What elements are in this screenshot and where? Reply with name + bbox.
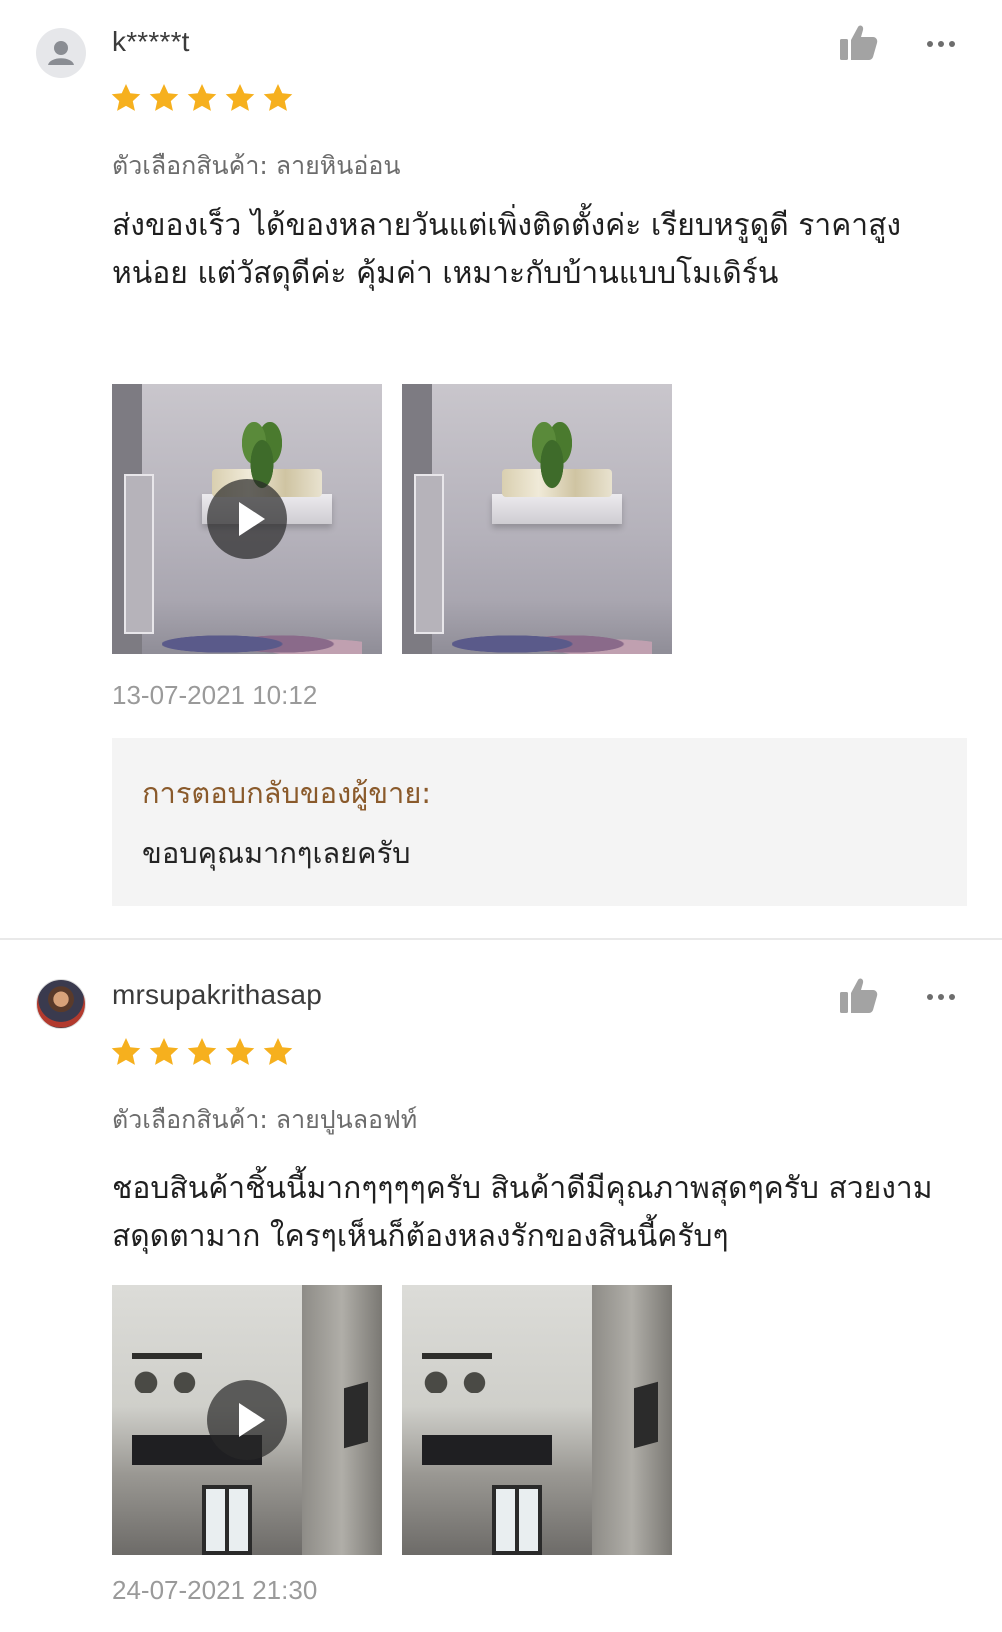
seller-reply: การตอบกลับของผู้ขาย: ขอบคุณมากๆเลยครับ <box>112 738 967 906</box>
star-icon <box>263 1038 293 1065</box>
user-icon <box>48 41 74 65</box>
review-card: mrsupakrithasap ตัวเลือกสินค้า: ลายปูนลอ… <box>0 945 1002 1632</box>
product-variant: ตัวเลือกสินค้า: ลายปูนลอฟท์ <box>112 1105 418 1134</box>
star-icon <box>187 84 217 111</box>
username[interactable]: k*****t <box>112 26 190 58</box>
star-icon <box>111 1038 141 1065</box>
star-rating <box>110 1036 294 1068</box>
username[interactable]: mrsupakrithasap <box>112 979 322 1011</box>
more-dots-icon[interactable] <box>926 39 956 49</box>
review-text: ชอบสินค้าชิ้นนี้มากๆๆๆๆครับ สินค้าดีมีคุ… <box>112 1171 933 1254</box>
play-icon[interactable] <box>207 479 287 559</box>
video-thumbnail[interactable] <box>112 1285 382 1555</box>
star-rating <box>110 82 294 114</box>
image-thumbnail[interactable] <box>402 384 672 654</box>
star-icon <box>225 84 255 111</box>
star-icon <box>111 84 141 111</box>
review-text: ส่งของเร็ว ได้ของหลายวันแต่เพิ่งติดตั้งค… <box>112 208 902 291</box>
video-thumbnail[interactable] <box>112 384 382 654</box>
review-card: k*****t ตัวเลือกสินค้า: ลายหินอ่อน ส่งขอ… <box>0 0 1002 945</box>
star-icon <box>225 1038 255 1065</box>
star-icon <box>187 1038 217 1065</box>
thumbs-up-icon[interactable] <box>838 977 878 1015</box>
avatar[interactable] <box>36 28 86 78</box>
review-media <box>112 384 672 654</box>
image-thumbnail[interactable] <box>402 1285 672 1555</box>
seller-reply-text: ขอบคุณมากๆเลยครับ <box>142 836 411 870</box>
avatar[interactable] <box>36 979 86 1029</box>
star-icon <box>149 84 179 111</box>
star-icon <box>149 1038 179 1065</box>
thumbs-up-icon[interactable] <box>838 24 878 62</box>
review-media <box>112 1285 672 1555</box>
star-icon <box>263 84 293 111</box>
divider <box>0 938 1002 940</box>
review-date: 24-07-2021 21:30 <box>112 1575 318 1605</box>
review-date: 13-07-2021 10:12 <box>112 680 318 710</box>
play-icon[interactable] <box>207 1380 287 1460</box>
more-dots-icon[interactable] <box>926 992 956 1002</box>
product-variant: ตัวเลือกสินค้า: ลายหินอ่อน <box>112 151 401 180</box>
seller-reply-label: การตอบกลับของผู้ขาย: <box>142 776 432 810</box>
